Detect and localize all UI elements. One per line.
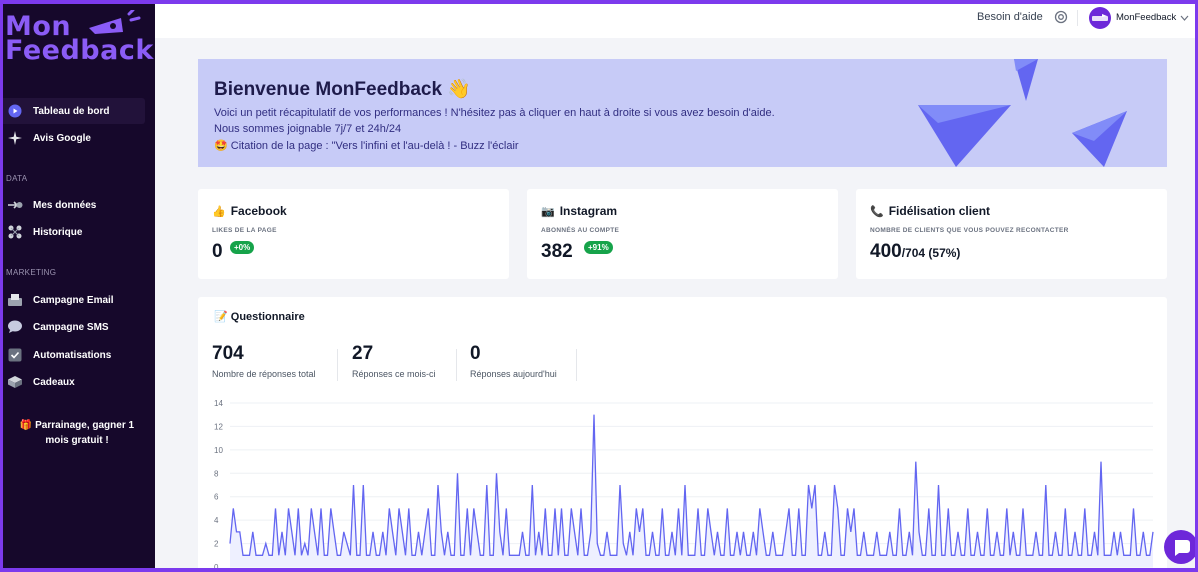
y-tick-label: 14 <box>214 399 223 408</box>
series-line <box>229 414 1154 556</box>
banner-text-2: Nous sommes joignable 7j/7 et 24h/24 <box>214 123 402 135</box>
sidebar: Mon Feedback Tableau de bord Avis Google… <box>3 4 155 568</box>
banner-quote: 🤩 Citation de la page : "Vers l'infini e… <box>214 140 519 152</box>
stat-today: 0 Réponses aujourd'hui <box>470 343 557 379</box>
app-frame: Mon Feedback Tableau de bord Avis Google… <box>3 4 1195 568</box>
sidebar-item-label: Avis Google <box>33 132 91 144</box>
stat-label: Nombre de réponses total <box>212 369 316 379</box>
logo-line-2: Feedback <box>5 35 154 66</box>
change-badge: +91% <box>584 241 613 254</box>
stat-total: 704 Nombre de réponses total <box>212 343 316 379</box>
questionnaire-card: 📝 Questionnaire 704 Nombre de réponses t… <box>198 297 1167 568</box>
y-tick-label: 4 <box>214 516 219 525</box>
thumbs-up-icon: 👍 <box>212 205 226 218</box>
paper-plane-illustration <box>918 59 1127 167</box>
user-menu-name[interactable]: MonFeedback <box>1116 12 1176 23</box>
data-arrow-icon <box>7 197 23 213</box>
y-tick-label: 0 <box>214 563 219 568</box>
y-tick-label: 6 <box>214 493 219 502</box>
sidebar-item-history[interactable]: Historique <box>3 219 145 245</box>
questionnaire-title: 📝 Questionnaire <box>214 310 305 323</box>
change-badge: +0% <box>230 241 255 254</box>
loyalty-card: 📞 Fidélisation client NOMBRE DE CLIENTS … <box>856 189 1167 279</box>
stat-divider <box>456 349 457 381</box>
camera-icon: 📷 <box>541 205 555 218</box>
sidebar-item-label: Cadeaux <box>33 376 75 388</box>
welcome-banner: Bienvenue MonFeedback 👋 Voici un petit r… <box>198 59 1167 167</box>
stat-divider <box>337 349 338 381</box>
section-label-data: DATA <box>6 174 28 183</box>
sidebar-item-automations[interactable]: Automatisations <box>3 342 145 368</box>
banner-title: Bienvenue MonFeedback 👋 <box>214 79 471 100</box>
chat-support-button[interactable] <box>1164 530 1195 564</box>
instagram-card: 📷 Instagram ABONNÉS AU COMPTE 382 +91% <box>527 189 838 279</box>
card-title-text: Fidélisation client <box>888 204 991 218</box>
card-subtitle: ABONNÉS AU COMPTE <box>541 227 620 234</box>
megaphone-logo-icon <box>89 10 141 34</box>
lifebuoy-icon[interactable] <box>1054 10 1068 24</box>
topbar-divider <box>1077 10 1078 26</box>
sidebar-item-google-reviews[interactable]: Avis Google <box>3 125 145 151</box>
stat-this-month: 27 Réponses ce mois-ci <box>352 343 436 379</box>
y-tick-label: 10 <box>214 446 223 455</box>
stat-value: 27 <box>352 343 374 364</box>
inbox-icon <box>7 292 23 308</box>
card-value: 382 <box>541 241 573 262</box>
sidebar-item-label: Campagne SMS <box>33 321 109 333</box>
app-logo[interactable]: Mon Feedback <box>5 8 155 68</box>
card-value: 400/704 (57%) <box>870 241 960 263</box>
responses-line-chart: 0 2 4 6 8 10 12 14 <box>214 399 1154 568</box>
y-tick-label: 12 <box>214 422 223 431</box>
card-value-main: 400 <box>870 241 902 262</box>
stat-value: 0 <box>470 343 481 364</box>
sidebar-item-dashboard[interactable]: Tableau de bord <box>3 98 145 124</box>
sidebar-item-my-data[interactable]: Mes données <box>3 192 145 218</box>
sidebar-item-gifts[interactable]: Cadeaux <box>3 369 145 395</box>
y-tick-label: 2 <box>214 540 219 549</box>
card-subtitle: LIKES DE LA PAGE <box>212 227 277 234</box>
chat-icon <box>1175 540 1190 556</box>
dashboard-icon <box>7 103 23 119</box>
stat-label: Réponses ce mois-ci <box>352 369 436 379</box>
card-title: 👍 Facebook <box>212 204 287 218</box>
stat-divider <box>576 349 577 381</box>
sidebar-item-email-campaign[interactable]: Campagne Email <box>3 287 145 313</box>
referral-link[interactable]: 🎁 Parrainage, gagner 1 mois gratuit ! <box>7 418 147 448</box>
sidebar-item-label: Mes données <box>33 199 97 211</box>
chevron-down-icon[interactable] <box>1180 14 1189 22</box>
sidebar-item-label: Campagne Email <box>33 294 114 306</box>
memo-icon: 📝 <box>214 311 228 323</box>
facebook-card: 👍 Facebook LIKES DE LA PAGE 0 +0% <box>198 189 509 279</box>
section-label-marketing: MARKETING <box>6 268 57 277</box>
history-icon <box>7 224 23 240</box>
card-subtitle: NOMBRE DE CLIENTS QUE VOUS POUVEZ RECONT… <box>870 227 1069 234</box>
card-title: 📞 Fidélisation client <box>870 204 990 218</box>
card-value-total: /704 (57%) <box>901 246 961 260</box>
topbar: Besoin d'aide MonFeedback <box>155 4 1195 38</box>
sparkle-icon <box>7 130 23 146</box>
gift-box-icon <box>7 374 23 390</box>
stat-value: 704 <box>212 343 244 364</box>
sidebar-item-label: Tableau de bord <box>33 105 110 117</box>
speech-bubble-icon <box>7 319 23 335</box>
y-tick-label: 8 <box>214 469 219 478</box>
phone-icon: 📞 <box>870 205 884 218</box>
card-title-text: Instagram <box>559 204 618 218</box>
card-title: 📷 Instagram <box>541 204 617 218</box>
card-title-text: Facebook <box>230 204 287 218</box>
checkbox-icon <box>7 347 23 363</box>
help-link[interactable]: Besoin d'aide <box>977 11 1043 23</box>
sidebar-item-label: Automatisations <box>33 349 112 361</box>
questionnaire-title-text: Questionnaire <box>230 311 305 323</box>
banner-text-1: Voici un petit récapitulatif de vos perf… <box>214 107 775 119</box>
sidebar-item-sms-campaign[interactable]: Campagne SMS <box>3 314 145 340</box>
stat-label: Réponses aujourd'hui <box>470 369 557 379</box>
avatar[interactable] <box>1089 7 1111 29</box>
card-value: 0 <box>212 241 223 262</box>
sidebar-item-label: Historique <box>33 226 83 238</box>
